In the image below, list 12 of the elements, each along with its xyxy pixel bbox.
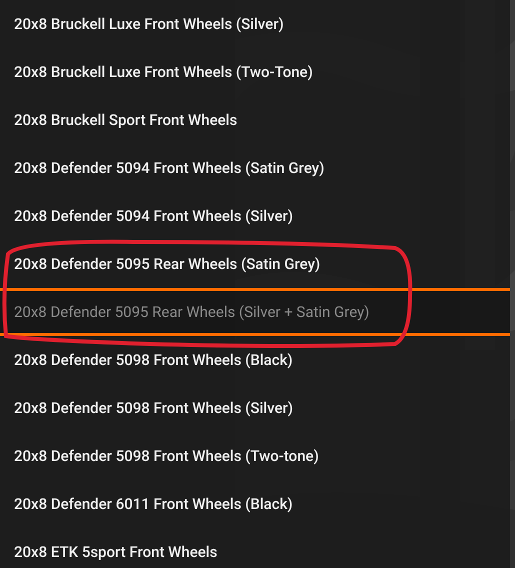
dropdown-option[interactable]: 20x8 ETK 5sport Front Wheels	[0, 528, 510, 568]
dropdown-option[interactable]: 20x8 Defender 6011 Front Wheels (Black)	[0, 480, 510, 528]
dropdown-option[interactable]: 20x8 Defender 5095 Rear Wheels (Silver + Satin Grey)	[0, 288, 510, 336]
dropdown-option[interactable]: 20x8 Bruckell Sport Front Wheels	[0, 96, 510, 144]
dropdown-option[interactable]: 20x8 Bruckell Luxe Front Wheels (Silver)	[0, 0, 510, 48]
dropdown-option[interactable]: 20x8 Defender 5098 Front Wheels (Black)	[0, 336, 510, 384]
dropdown-option[interactable]: 20x8 Defender 5094 Front Wheels (Silver)	[0, 192, 510, 240]
dropdown-option[interactable]: 20x8 Defender 5094 Front Wheels (Satin Grey)	[0, 144, 510, 192]
dropdown-option[interactable]: 20x8 Defender 5095 Rear Wheels (Satin Grey)	[0, 240, 510, 288]
dropdown-option[interactable]: 20x8 Bruckell Luxe Front Wheels (Two-Tone)	[0, 48, 510, 96]
dropdown-option[interactable]: 20x8 Defender 5098 Front Wheels (Silver)	[0, 384, 510, 432]
dropdown-option[interactable]: 20x8 Defender 5098 Front Wheels (Two-tone)	[0, 432, 510, 480]
